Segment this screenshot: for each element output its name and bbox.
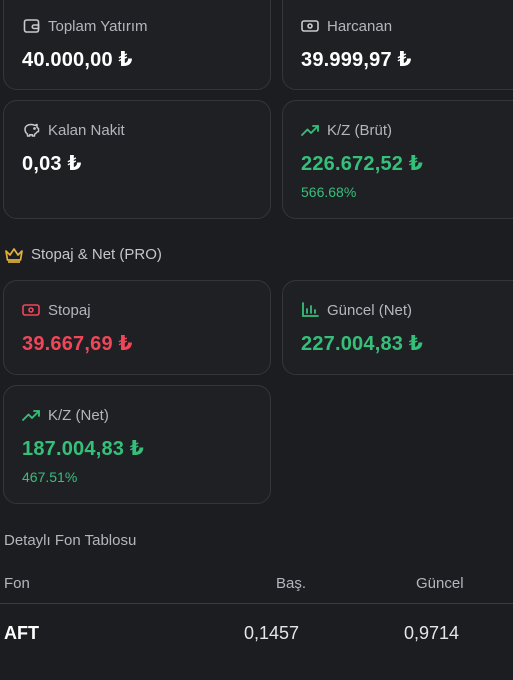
card-kz-brut: K/Z (Brüt) 226.672,52 ₺ 566.68% (282, 100, 513, 219)
bar-chart-icon (301, 301, 319, 319)
card-stopaj: Stopaj 39.667,69 ₺ (3, 280, 271, 375)
banknote-icon (301, 17, 319, 35)
section-title: Stopaj & Net (PRO) (4, 246, 162, 263)
card-value: 226.672,52 ₺ (301, 153, 423, 175)
card-header: Kalan Nakit (22, 121, 125, 139)
card-percent: 467.51% (22, 469, 78, 485)
table-header-guncel: Güncel (416, 575, 464, 592)
card-label: K/Z (Brüt) (327, 121, 393, 139)
table-cell-fon: AFT (4, 623, 39, 643)
card-header: Toplam Yatırım (22, 17, 147, 35)
card-label: Toplam Yatırım (48, 17, 148, 35)
card-label: Kalan Nakit (48, 121, 125, 139)
crown-icon (4, 247, 24, 263)
table-title: Detaylı Fon Tablosu (4, 532, 137, 549)
card-guncel-net: Güncel (Net) 227.004,83 ₺ (282, 280, 513, 375)
table-header-fon: Fon (4, 575, 30, 592)
card-header: K/Z (Net) (22, 406, 109, 424)
card-header: Güncel (Net) (301, 301, 412, 319)
card-header: K/Z (Brüt) (301, 121, 392, 139)
piggy-bank-icon (22, 121, 40, 139)
table-cell-bas: 0,1457 (244, 623, 300, 643)
card-kalan-nakit: Kalan Nakit 0,03 ₺ (3, 100, 271, 219)
card-label: K/Z (Net) (48, 406, 109, 424)
card-kz-net: K/Z (Net) 187.004,83 ₺ 467.51% (3, 385, 271, 504)
trending-up-icon (22, 406, 40, 424)
card-header: Stopaj (22, 301, 91, 319)
card-value: 39.999,97 ₺ (301, 49, 412, 71)
table-cell-guncel: 0,9714 (404, 623, 460, 643)
card-label: Güncel (Net) (327, 301, 413, 319)
banknote-icon (22, 301, 40, 319)
table-divider (0, 603, 513, 604)
card-header: Harcanan (301, 17, 392, 35)
table-header-bas: Baş. (276, 575, 307, 592)
card-label: Stopaj (48, 301, 91, 319)
section-title-label: Stopaj & Net (PRO) (31, 246, 162, 263)
card-toplam-yatirim: Toplam Yatırım 40.000,00 ₺ (3, 0, 271, 90)
wallet-icon (22, 17, 40, 35)
card-value: 40.000,00 ₺ (22, 49, 133, 71)
card-value: 0,03 ₺ (22, 153, 82, 175)
card-value: 227.004,83 ₺ (301, 333, 423, 355)
card-label: Harcanan (327, 17, 393, 35)
card-harcanan: Harcanan 39.999,97 ₺ (282, 0, 513, 90)
card-percent: 566.68% (301, 184, 357, 200)
trending-up-icon (301, 121, 319, 139)
card-value: 39.667,69 ₺ (22, 333, 133, 355)
card-value: 187.004,83 ₺ (22, 438, 144, 460)
